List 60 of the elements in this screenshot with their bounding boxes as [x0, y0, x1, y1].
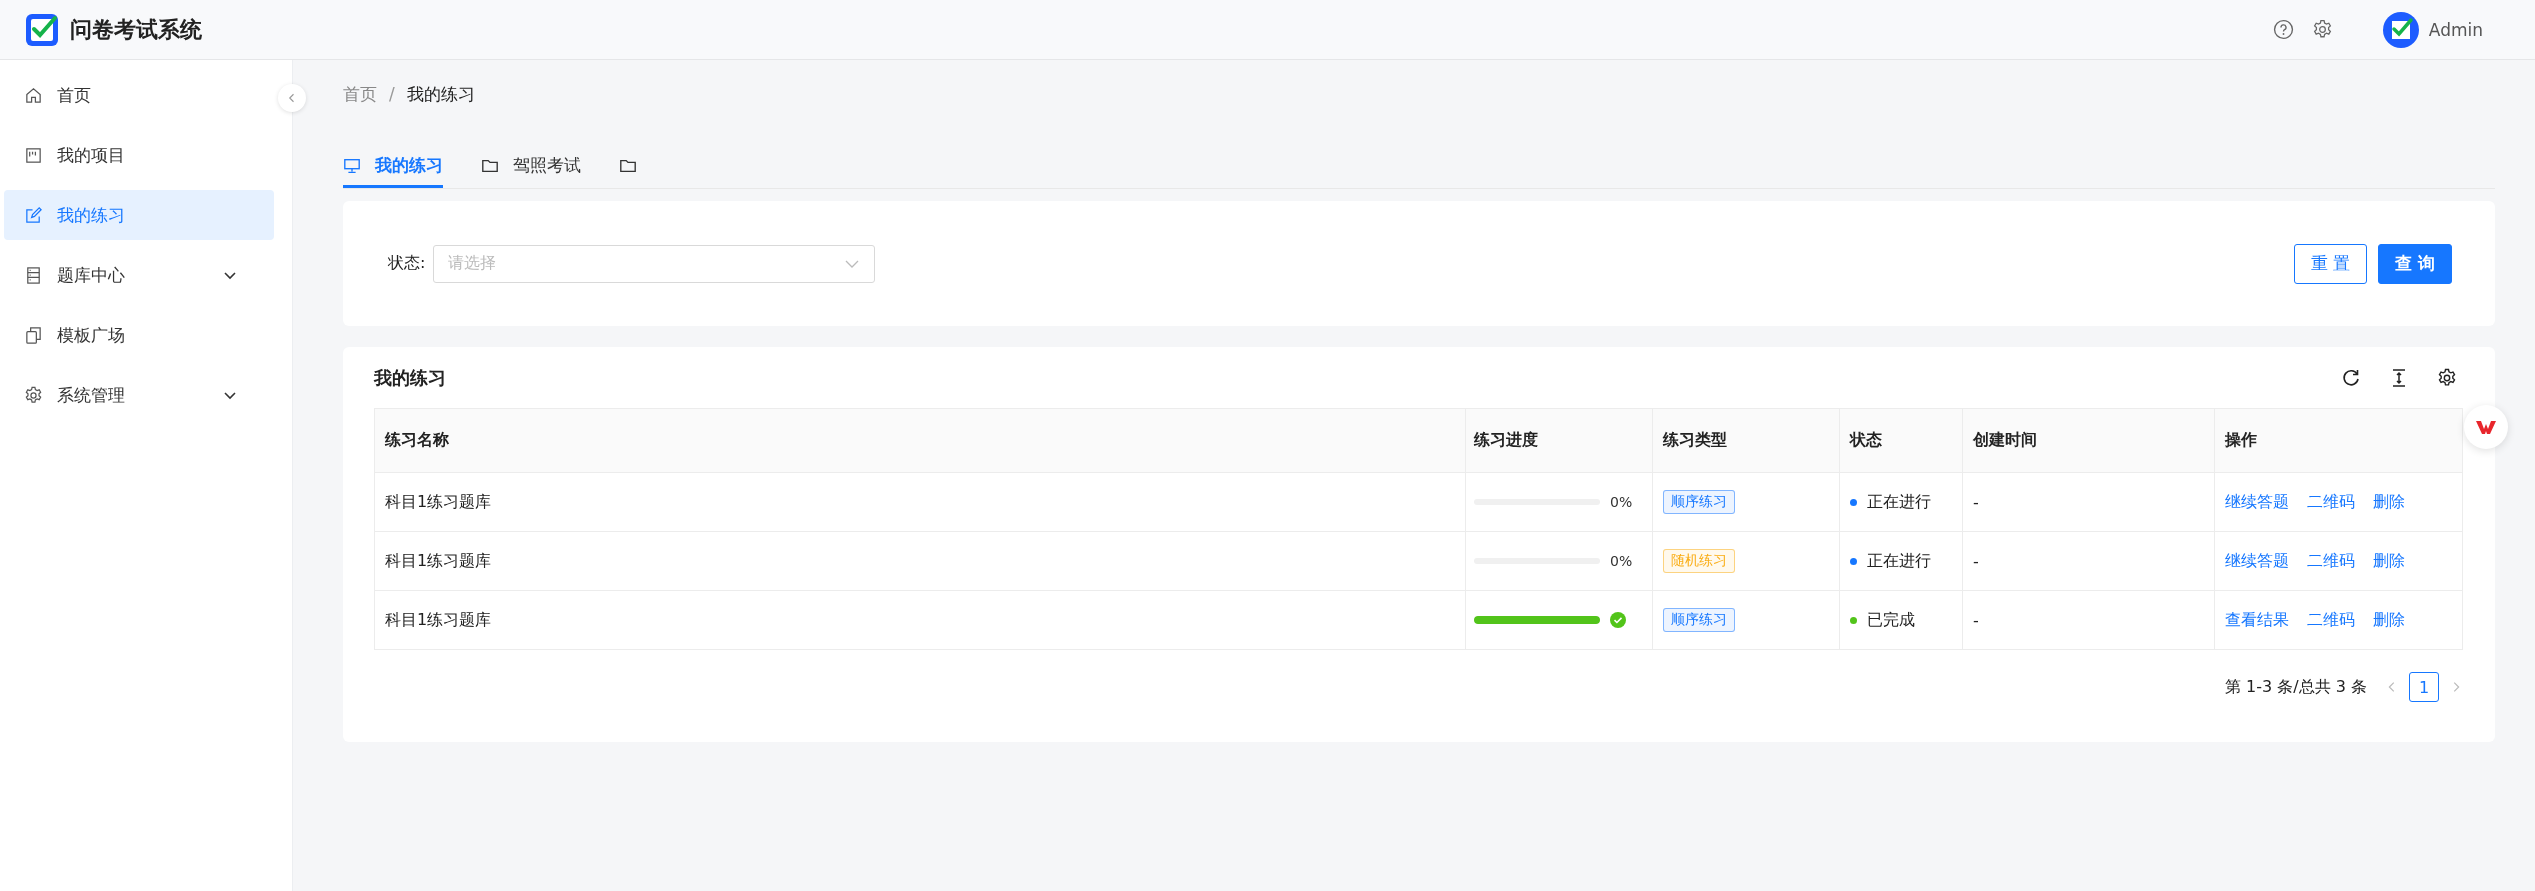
status-text: 正在进行: [1867, 550, 1931, 572]
monitor-icon: [343, 156, 361, 175]
status-text: 正在进行: [1867, 491, 1931, 513]
project-icon: [24, 145, 43, 165]
column-header: 操作: [2214, 408, 2463, 473]
sidebar-item[interactable]: 系统管理: [4, 370, 274, 420]
sidebar-item[interactable]: 模板广场: [4, 310, 274, 360]
copy-icon: [24, 325, 43, 345]
user-name[interactable]: Admin: [2428, 19, 2483, 40]
status-text: 已完成: [1867, 609, 1915, 631]
table-cell: 科目1练习题库: [374, 531, 1466, 591]
action-link[interactable]: 继续答题: [2225, 491, 2289, 513]
edit-icon: [24, 205, 43, 225]
column-header: 练习名称: [374, 408, 1466, 473]
reset-button[interactable]: 重 置: [2293, 243, 2368, 284]
type-tag: 顺序练习: [1663, 490, 1735, 514]
settings-icon[interactable]: [2437, 367, 2457, 388]
refresh-icon[interactable]: [2341, 367, 2361, 388]
action-link[interactable]: 删除: [2373, 609, 2405, 631]
tab[interactable]: 驾照考试: [481, 156, 581, 188]
table-title: 我的练习: [374, 365, 446, 390]
table-cell: -: [1962, 531, 2215, 591]
home-icon: [24, 85, 43, 105]
column-header: 创建时间: [1962, 408, 2215, 473]
action-link[interactable]: 二维码: [2307, 609, 2355, 631]
type-tag: 随机练习: [1663, 549, 1735, 573]
sidebar-item[interactable]: 首页: [4, 70, 274, 120]
table-cell: -: [1962, 472, 2215, 532]
sidebar-item[interactable]: 题库中心: [4, 250, 274, 300]
table-cell: -: [1962, 590, 2215, 650]
action-link[interactable]: 查看结果: [2225, 609, 2289, 631]
action-link[interactable]: 二维码: [2307, 550, 2355, 572]
table-cell: 科目1练习题库: [374, 590, 1466, 650]
avatar-icon[interactable]: [2382, 11, 2419, 48]
progress-reading: 0%: [1610, 494, 1633, 510]
action-link[interactable]: 删除: [2373, 550, 2405, 572]
breadcrumb-separator: /: [389, 84, 395, 104]
page-button[interactable]: 1: [2409, 672, 2439, 702]
tab[interactable]: 我的练习: [343, 156, 443, 188]
breadcrumb-item: 我的练习: [406, 82, 475, 106]
pagination-summary: 第 1-3 条/总共 3 条: [2224, 676, 2367, 698]
action-link[interactable]: 继续答题: [2225, 550, 2289, 572]
gear-icon: [24, 385, 43, 405]
list-icon: [24, 265, 43, 285]
query-button[interactable]: 查 询: [2378, 243, 2452, 284]
help-icon[interactable]: [2272, 19, 2294, 40]
type-tag: 顺序练习: [1663, 608, 1735, 632]
status-label: 状态:: [388, 253, 426, 274]
breadcrumb-item[interactable]: 首页: [343, 82, 377, 106]
action-link[interactable]: 删除: [2373, 491, 2405, 513]
column-header: 练习类型: [1652, 408, 1840, 473]
progress-reading: 0%: [1610, 553, 1633, 569]
table-cell: 科目1练习题库: [374, 472, 1466, 532]
sidebar-item[interactable]: 我的项目: [4, 130, 274, 180]
sidebar-item[interactable]: 我的练习: [4, 190, 274, 240]
column-header: 练习进度: [1465, 408, 1653, 473]
action-link[interactable]: 二维码: [2307, 491, 2355, 513]
column-header: 状态: [1839, 408, 1963, 473]
app-title: 问卷考试系统: [70, 15, 202, 44]
logo-icon: [24, 11, 60, 48]
